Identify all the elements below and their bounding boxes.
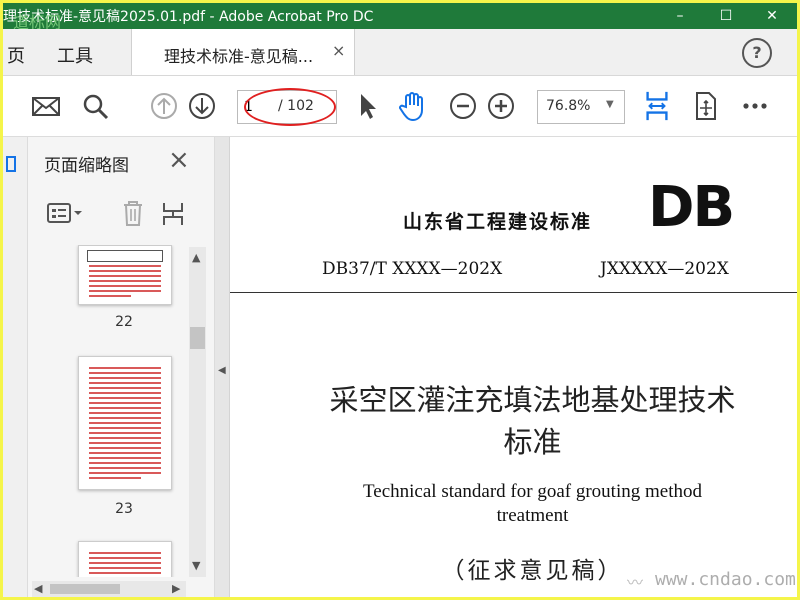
scroll-down-icon[interactable]: ▼ bbox=[192, 559, 200, 572]
hand-tool-icon[interactable] bbox=[397, 90, 429, 122]
next-page-icon[interactable] bbox=[188, 90, 216, 122]
scrollbar-thumb[interactable] bbox=[190, 327, 205, 349]
thumbnail-horizontal-scrollbar[interactable]: ◀ ▶ bbox=[32, 581, 186, 597]
tab-bar: 页 工具 理技术标准-意见稿... × ? bbox=[3, 29, 797, 76]
minimize-button[interactable]: – bbox=[657, 3, 703, 29]
document-title-en-2: treatment bbox=[496, 505, 569, 526]
mail-icon[interactable] bbox=[31, 90, 61, 122]
site-watermark: www.cndao.com bbox=[655, 569, 796, 590]
thumbnail-options-icon[interactable] bbox=[46, 201, 86, 225]
panel-splitter[interactable]: ◀ bbox=[215, 137, 230, 597]
close-window-button[interactable]: ✕ bbox=[749, 3, 795, 29]
zoom-in-icon[interactable] bbox=[487, 90, 515, 122]
document-tab-label: 理技术标准-意见稿... bbox=[164, 47, 314, 66]
title-bar: 理技术标准-意见稿2025.01.pdf - Adobe Acrobat Pro… bbox=[3, 3, 797, 32]
collapse-panel-icon[interactable]: ◀ bbox=[218, 365, 226, 376]
document-page: 山东省工程建设标准 DB DB37/T XXXX—202X JXXXXX—202… bbox=[230, 137, 797, 597]
page-thumbnails-icon[interactable] bbox=[5, 155, 25, 175]
select-tool-icon[interactable] bbox=[355, 90, 379, 122]
panel-close-button[interactable]: × bbox=[168, 145, 190, 175]
maximize-button[interactable]: ☐ bbox=[703, 3, 749, 29]
header-rule bbox=[230, 292, 797, 293]
watermark-icon: 〰 bbox=[627, 573, 644, 592]
navigation-strip bbox=[3, 137, 28, 597]
document-title-en: Technical standard for goaf grouting met… bbox=[363, 481, 702, 502]
thumbnail-list: 22 23 bbox=[28, 245, 188, 577]
scroll-right-icon[interactable]: ▶ bbox=[172, 582, 180, 595]
document-tab[interactable]: 理技术标准-意见稿... × bbox=[131, 29, 355, 75]
db-logo: DB bbox=[648, 175, 735, 240]
search-icon[interactable] bbox=[81, 90, 111, 122]
registration-code: JXXXXX—202X bbox=[600, 259, 729, 279]
thumbnail-page-23[interactable] bbox=[78, 356, 172, 490]
delete-page-icon[interactable] bbox=[120, 199, 146, 227]
thumbnail-label: 22 bbox=[115, 314, 133, 330]
scroll-mode-icon[interactable] bbox=[693, 90, 719, 122]
panel-title: 页面缩略图 bbox=[44, 156, 129, 176]
document-title-cn: 采空区灌注充填法地基处理技术 bbox=[329, 383, 736, 417]
acrobat-window: 理技术标准-意见稿2025.01.pdf - Adobe Acrobat Pro… bbox=[3, 3, 797, 597]
standard-code: DB37/T XXXX—202X bbox=[322, 259, 503, 279]
zoom-out-icon[interactable] bbox=[449, 90, 477, 122]
document-tab-close-button[interactable]: × bbox=[332, 41, 345, 60]
help-button[interactable]: ? bbox=[742, 38, 772, 68]
document-title-cn-2: 标准 bbox=[503, 425, 562, 459]
standard-title: 山东省工程建设标准 bbox=[403, 211, 593, 233]
scrollbar-thumb[interactable] bbox=[50, 584, 120, 594]
thumbnail-label: 23 bbox=[115, 501, 133, 517]
fit-width-icon[interactable] bbox=[643, 90, 671, 122]
zoom-value: 76.8% bbox=[546, 98, 591, 114]
chevron-down-icon: ▼ bbox=[606, 99, 614, 110]
extract-page-icon[interactable] bbox=[160, 199, 186, 227]
more-icon[interactable] bbox=[741, 90, 769, 122]
zoom-select[interactable]: 76.8% ▼ bbox=[537, 90, 625, 124]
menu-tools[interactable]: 工具 bbox=[57, 42, 93, 68]
scroll-up-icon[interactable]: ▲ bbox=[192, 251, 200, 264]
thumbnail-page-24[interactable] bbox=[78, 541, 172, 577]
menu-home[interactable]: 页 bbox=[7, 42, 25, 68]
scroll-left-icon[interactable]: ◀ bbox=[34, 582, 42, 595]
thumbnail-panel: 页面缩略图 × 22 23 ▲ ▼ ◀ ▶ bbox=[28, 137, 215, 597]
thumbnail-vertical-scrollbar[interactable]: ▲ ▼ bbox=[189, 247, 206, 577]
thumbnail-page-22[interactable] bbox=[78, 245, 172, 305]
main-toolbar: / 102 76.8% ▼ bbox=[3, 76, 797, 137]
prev-page-icon[interactable] bbox=[150, 90, 178, 122]
highlight-ellipse bbox=[244, 88, 336, 126]
